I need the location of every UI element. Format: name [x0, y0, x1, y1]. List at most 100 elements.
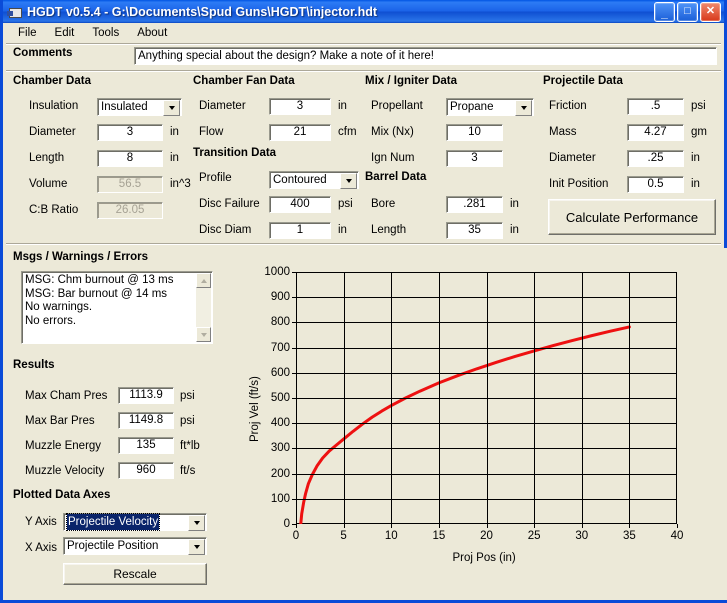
x-tick — [391, 524, 392, 528]
disc-diam-input[interactable]: 1 — [269, 222, 331, 239]
x-tick-label: 5 — [340, 530, 346, 542]
x-tick-label: 20 — [480, 530, 493, 542]
barrel-bore-input[interactable]: .281 — [446, 196, 503, 213]
barrel-data-title: Barrel Data — [365, 171, 426, 183]
app-icon — [7, 5, 23, 19]
projectile-init-position-input[interactable]: 0.5 — [627, 176, 684, 193]
fan-flow-label: Flow — [199, 126, 223, 138]
chamber-cb-ratio-label: C:B Ratio — [29, 204, 78, 216]
chevron-down-icon[interactable] — [340, 173, 357, 189]
barrel-length-label: Length — [371, 224, 406, 236]
x-axis-label: X Axis — [25, 542, 57, 554]
x-axis-select[interactable]: Projectile Position — [63, 537, 207, 555]
disc-failure-input[interactable]: 400 — [269, 196, 331, 213]
disc-failure-unit: psi — [338, 198, 353, 210]
messages-listbox[interactable]: MSG: Chm burnout @ 13 ms MSG: Bar burnou… — [21, 271, 213, 344]
transition-profile-label: Profile — [199, 172, 232, 184]
projectile-data-title: Projectile Data — [543, 75, 623, 87]
results-title: Results — [13, 359, 55, 371]
x-tick-label: 35 — [623, 530, 636, 542]
chamber-length-input[interactable]: 8 — [97, 150, 163, 167]
result-value-muzzle-velocity: 960 — [118, 462, 174, 479]
scroll-up-icon[interactable] — [196, 273, 211, 288]
menu-tools[interactable]: Tools — [83, 25, 128, 41]
chart-panel[interactable]: 0100200300400500600700800900100005101520… — [235, 248, 727, 600]
menu-edit[interactable]: Edit — [46, 25, 84, 41]
projectile-diameter-input[interactable]: .25 — [627, 150, 684, 167]
rescale-button[interactable]: Rescale — [63, 563, 207, 585]
minimize-button[interactable]: _ — [654, 2, 675, 22]
grid-line-v — [344, 272, 345, 524]
grid-line-v — [487, 272, 488, 524]
fan-flow-input[interactable]: 21 — [269, 124, 331, 141]
comments-input[interactable]: Anything special about the design? Make … — [134, 47, 717, 65]
transition-data-title: Transition Data — [193, 147, 276, 159]
message-line: No errors. — [22, 315, 212, 329]
x-tick — [296, 524, 297, 528]
calculate-performance-button[interactable]: Calculate Performance — [548, 199, 716, 235]
grid-line-v — [534, 272, 535, 524]
scroll-down-icon[interactable] — [196, 327, 211, 342]
chevron-down-icon[interactable] — [188, 539, 205, 555]
y-tick-label: 800 — [254, 316, 290, 328]
projectile-mass-unit: gm — [691, 126, 707, 138]
result-unit-muzzle-velocity: ft/s — [180, 465, 195, 477]
close-button[interactable]: ✕ — [700, 2, 721, 22]
ign-num-label: Ign Num — [371, 152, 414, 164]
projectile-diameter-label: Diameter — [549, 152, 596, 164]
x-tick — [677, 524, 678, 528]
maximize-button[interactable]: □ — [677, 2, 698, 22]
chevron-down-icon[interactable] — [188, 515, 205, 531]
y-tick — [292, 499, 296, 500]
title-bar: HGDT v0.5.4 - G:\Documents\Spud Guns\HGD… — [3, 0, 724, 23]
result-label-muzzle-velocity: Muzzle Velocity — [25, 465, 104, 477]
transition-profile-select[interactable]: Contoured — [269, 171, 359, 189]
barrel-length-unit: in — [510, 224, 519, 236]
chamber-insulation-value: Insulated — [101, 101, 148, 113]
chamber-length-label: Length — [29, 152, 64, 164]
divider-under-comments — [6, 70, 721, 72]
chamber-insulation-select[interactable]: Insulated — [97, 98, 182, 116]
chamber-diameter-input[interactable]: 3 — [97, 124, 163, 141]
minimize-icon: _ — [655, 3, 674, 21]
chevron-down-icon[interactable] — [515, 100, 532, 116]
x-tick — [344, 524, 345, 528]
y-tick-label: 100 — [254, 493, 290, 505]
menu-about[interactable]: About — [128, 25, 176, 41]
propellant-select[interactable]: Propane — [446, 98, 534, 116]
messages-scrollbar[interactable] — [196, 273, 211, 342]
grid-line-v — [391, 272, 392, 524]
result-unit-max-cham-pres: psi — [180, 390, 195, 402]
chamber-volume-unit: in^3 — [170, 178, 191, 190]
projectile-mass-input[interactable]: 4.27 — [627, 124, 684, 141]
fan-diameter-label: Diameter — [199, 100, 246, 112]
disc-diam-label: Disc Diam — [199, 224, 251, 236]
fan-flow-unit: cfm — [338, 126, 357, 138]
chamber-diameter-unit: in — [170, 126, 179, 138]
result-unit-muzzle-energy: ft*lb — [180, 440, 200, 452]
chevron-down-icon[interactable] — [163, 100, 180, 116]
y-axis-value: Projectile Velocity — [67, 514, 159, 530]
y-axis-select[interactable]: Projectile Velocity — [63, 513, 207, 531]
chamber-volume-output: 56.5 — [97, 176, 163, 193]
divider-under-inputs — [6, 243, 721, 245]
menu-file[interactable]: File — [9, 25, 46, 41]
y-tick-label: 900 — [254, 291, 290, 303]
fan-diameter-input[interactable]: 3 — [269, 98, 331, 115]
grid-line-v — [629, 272, 630, 524]
series-line — [301, 327, 630, 524]
x-tick-label: 30 — [575, 530, 588, 542]
x-tick — [487, 524, 488, 528]
y-tick — [292, 297, 296, 298]
y-tick — [292, 398, 296, 399]
barrel-length-input[interactable]: 35 — [446, 222, 503, 239]
x-tick-label: 15 — [432, 530, 445, 542]
projectile-friction-label: Friction — [549, 100, 587, 112]
ign-num-input[interactable]: 3 — [446, 150, 503, 167]
projectile-init-position-label: Init Position — [549, 178, 608, 190]
x-tick-label: 10 — [385, 530, 398, 542]
chamber-volume-label: Volume — [29, 178, 67, 190]
projectile-friction-input[interactable]: .5 — [627, 98, 684, 115]
mix-nx-input[interactable]: 10 — [446, 124, 503, 141]
projectile-friction-unit: psi — [691, 100, 706, 112]
